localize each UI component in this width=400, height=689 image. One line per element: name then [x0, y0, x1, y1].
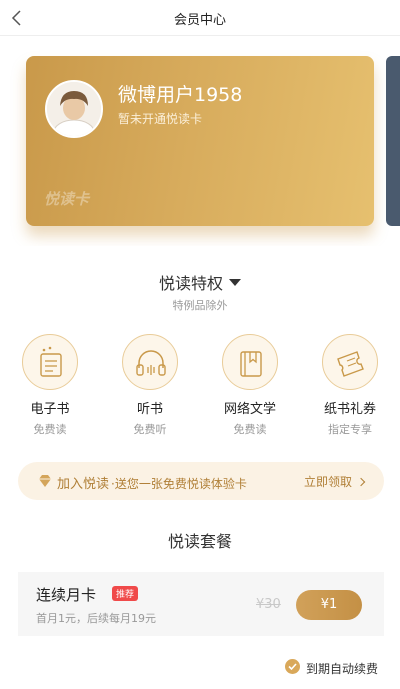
promo-join: 加入悦读	[57, 477, 110, 492]
user-avatar-icon	[47, 82, 101, 136]
card-carousel[interactable]: 微博用户1958 暂未开通悦读卡 悦读卡	[0, 36, 400, 246]
username: 微博用户1958	[118, 84, 243, 106]
privilege-desc: 指定专享	[328, 423, 372, 436]
next-card-preview[interactable]	[386, 56, 400, 226]
privileges-title-text: 悦读特权	[158, 274, 223, 293]
privilege-paper-coupon[interactable]: 纸书礼券 指定专享	[310, 334, 390, 437]
privilege-name: 电子书	[30, 402, 70, 417]
check-icon	[284, 659, 300, 674]
privilege-audiobook[interactable]: 听书 免费听	[110, 334, 190, 437]
avatar[interactable]	[45, 80, 103, 138]
privileges-title[interactable]: 悦读特权	[0, 270, 400, 294]
diamond-icon	[39, 475, 51, 487]
privilege-ebook[interactable]: 电子书 免费读	[10, 334, 90, 437]
recommend-badge: 推荐	[112, 586, 139, 601]
promo-detail: ·送您一张免费悦读体验卡	[111, 477, 247, 491]
plan-desc: 首月1元，后续每月19元	[36, 612, 156, 625]
privilege-name: 纸书礼券	[323, 402, 376, 417]
original-price: ¥30	[256, 597, 281, 612]
membership-card[interactable]: 微博用户1958 暂未开通悦读卡 悦读卡	[26, 56, 374, 226]
privilege-desc: 免费读	[33, 423, 67, 436]
headphones-icon	[122, 334, 178, 390]
ebook-icon	[22, 334, 78, 390]
chevron-right-icon	[356, 477, 366, 487]
membership-status: 暂未开通悦读卡	[118, 112, 203, 126]
page-title: 会员中心	[173, 13, 226, 28]
promo-text: 加入悦读 ·送您一张免费悦读体验卡	[57, 473, 247, 492]
buy-button[interactable]: ¥1	[296, 590, 362, 620]
caret-down-icon	[229, 279, 241, 286]
privilege-desc: 免费听	[133, 423, 167, 436]
coupon-icon	[322, 334, 378, 390]
privilege-name: 网络文学	[223, 402, 276, 417]
plan-name: 连续月卡	[36, 586, 97, 604]
auto-renew-label: 到期自动续费	[305, 662, 378, 676]
privileges-list: 电子书 免费读 听书 免费听 网络文学 免费读 纸书礼券 指定专享	[0, 334, 400, 437]
promo-banner[interactable]: 加入悦读 ·送您一张免费悦读体验卡 立即领取	[18, 462, 384, 500]
plan-monthly[interactable]: 连续月卡 推荐 首月1元，后续每月19元 ¥30 ¥1	[18, 572, 384, 636]
privilege-desc: 免费读	[233, 423, 267, 436]
nav-bar: 会员中心	[0, 0, 400, 36]
auto-renew-toggle[interactable]: 到期自动续费	[284, 658, 378, 676]
claim-button[interactable]: 立即领取	[303, 473, 366, 490]
claim-label: 立即领取	[303, 475, 352, 489]
privileges-subtitle: 特例品除外	[172, 299, 228, 312]
packages-title: 悦读套餐	[167, 532, 232, 551]
card-logo: 悦读卡	[44, 190, 90, 208]
privilege-name: 听书	[136, 402, 163, 417]
privilege-web-literature[interactable]: 网络文学 免费读	[210, 334, 290, 437]
book-icon	[222, 334, 278, 390]
